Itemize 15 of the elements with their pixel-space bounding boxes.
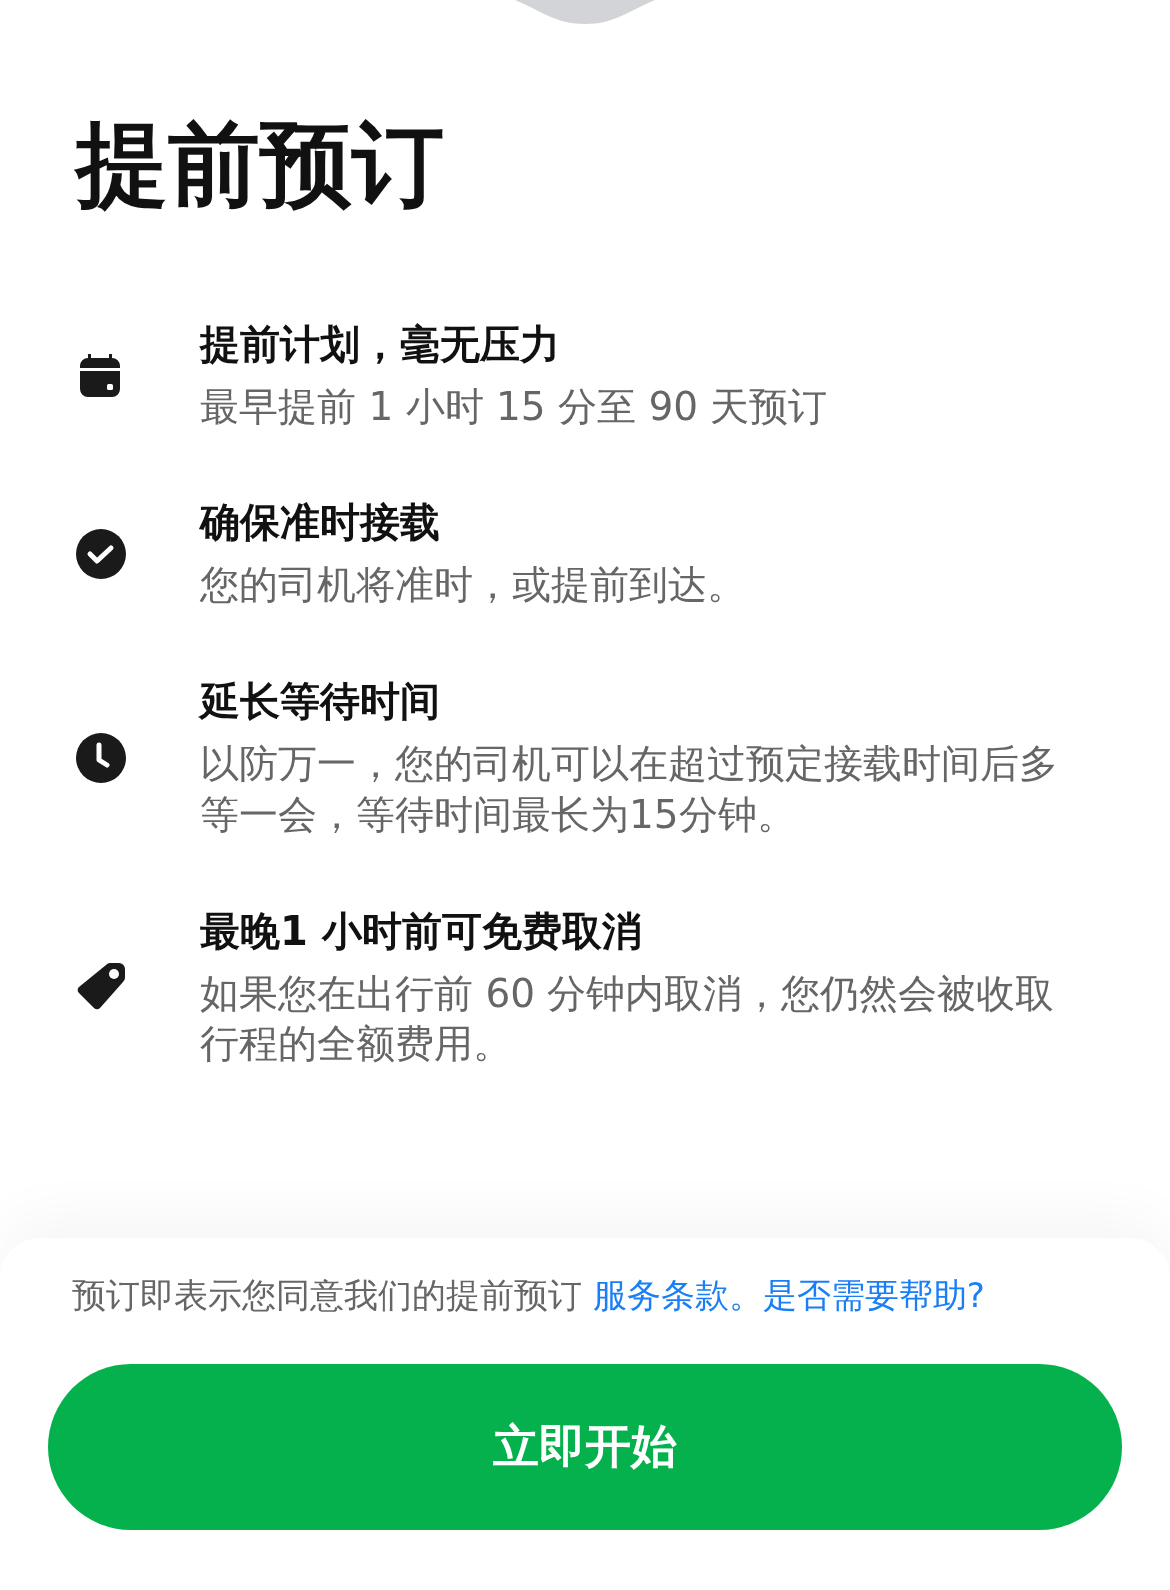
feature-description: 您的司机将准时，或提前到达。 [200, 561, 747, 610]
feature-title: 延长等待时间 [200, 677, 441, 727]
feature-description: 如果您在出行前 60 分钟内取消，您仍然会被收取行程的全额费用。 [200, 969, 1056, 1069]
terms-link[interactable]: 服务条款。 [592, 1275, 763, 1316]
feature-description: 以防万一，您的司机可以在超过预定接载时间后多等一会，等待时间最长为15分钟。 [200, 740, 1059, 839]
feature-description: 最早提前 1 小时 15 分至 90 天预订 [200, 382, 829, 431]
start-button[interactable]: 立即开始 [48, 1364, 1122, 1530]
agreement-text: 预订即表示您同意我们的提前预订 服务条款。是否需要帮助? [72, 1274, 986, 1318]
feature-title: 最晚1 小时前可免费取消 [200, 906, 643, 956]
checkmark-icon [76, 528, 126, 579]
feature-title: 确保准时接载 [200, 498, 441, 548]
feature-title: 提前计划，毫无压力 [200, 319, 561, 369]
page-title: 提前预订 [76, 112, 445, 218]
help-link[interactable]: 是否需要帮助? [762, 1275, 985, 1316]
clock-icon [76, 732, 126, 783]
